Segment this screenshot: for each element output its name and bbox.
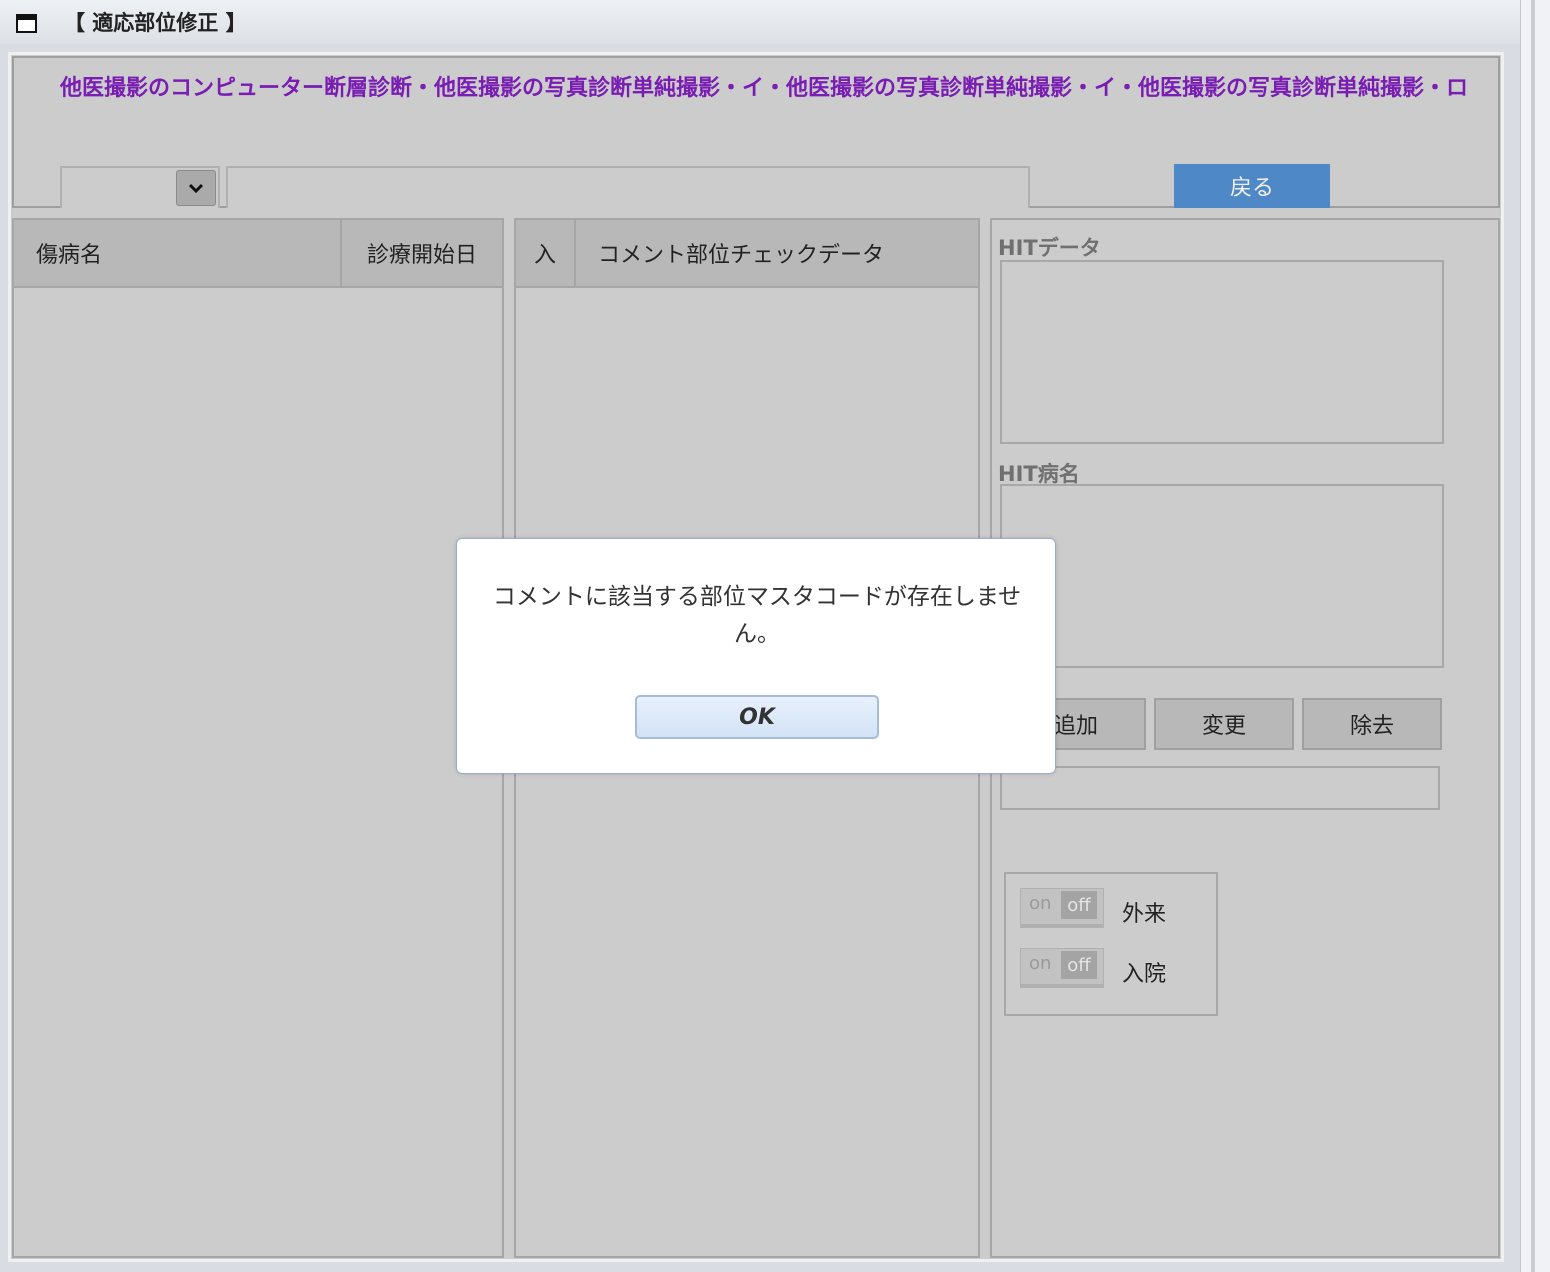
window-icon xyxy=(16,14,37,33)
column-header-entry[interactable]: 入 xyxy=(516,220,576,286)
comment-grid-header: 入 コメント部位チェックデータ xyxy=(516,220,978,288)
remove-button[interactable]: 除去 xyxy=(1302,698,1442,750)
hit-data-label: HITデータ xyxy=(998,236,1101,260)
change-button[interactable]: 変更 xyxy=(1154,698,1294,750)
alert-dialog: コメントに該当する部位マスタコードが存在しません。 OK xyxy=(456,538,1056,774)
disease-grid-header: 傷病名 診療開始日 xyxy=(14,220,502,288)
alert-message: コメントに該当する部位マスタコードが存在しません。 xyxy=(492,584,1022,647)
outpatient-toggle[interactable]: on off xyxy=(1020,888,1104,928)
window-title: 【 適応部位修正 】 xyxy=(64,11,247,35)
right-scrollbar[interactable] xyxy=(1520,0,1550,1272)
toggle-off-text: off xyxy=(1061,951,1097,979)
hit-disease-list[interactable] xyxy=(1000,484,1444,668)
column-header-start-date[interactable]: 診療開始日 xyxy=(342,220,502,286)
disease-grid xyxy=(12,218,504,1258)
toggle-on-text: on xyxy=(1029,893,1052,914)
column-header-comment-site[interactable]: コメント部位チェックデータ xyxy=(576,220,978,286)
hit-data-list[interactable] xyxy=(1000,260,1444,444)
window-titlebar: 【 適応部位修正 】 xyxy=(0,0,1520,44)
diagnosis-title: 他医撮影のコンピューター断層診断・他医撮影の写真診断単純撮影・イ・他医撮影の写真… xyxy=(60,76,1469,101)
search-text-field[interactable] xyxy=(226,166,1030,208)
outpatient-label: 外来 xyxy=(1122,902,1167,927)
chevron-down-icon[interactable] xyxy=(176,170,216,206)
column-header-disease-name[interactable]: 傷病名 xyxy=(14,220,342,286)
side-input-field[interactable] xyxy=(1000,766,1440,810)
toggle-off-text: off xyxy=(1061,891,1097,919)
toggle-on-text: on xyxy=(1029,953,1052,974)
ok-button[interactable]: OK xyxy=(635,695,879,739)
back-button[interactable]: 戻る xyxy=(1174,164,1330,208)
inpatient-label: 入院 xyxy=(1122,962,1167,987)
inpatient-toggle[interactable]: on off xyxy=(1020,948,1104,988)
